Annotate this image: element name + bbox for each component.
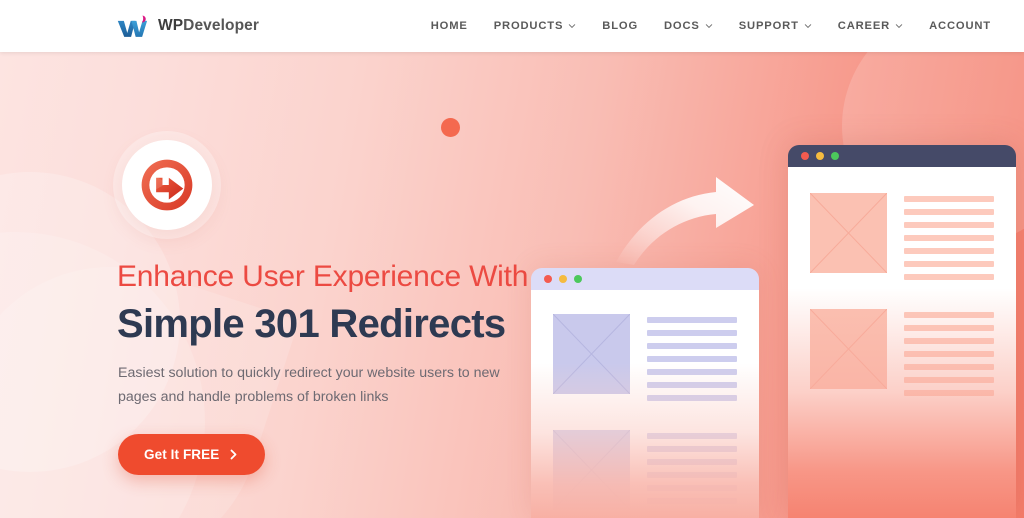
image-placeholder-icon (553, 430, 630, 510)
traffic-light-minimize-icon[interactable] (816, 152, 824, 160)
text-line (904, 235, 994, 241)
content-block (810, 193, 994, 287)
traffic-light-maximize-icon[interactable] (831, 152, 839, 160)
image-placeholder-icon (553, 314, 630, 394)
text-line (647, 330, 737, 336)
curved-redirect-arrow-icon (612, 170, 772, 265)
browser-mockup-source (531, 268, 759, 518)
content-block (553, 430, 737, 518)
nav-item-account[interactable]: ACCOUNT (916, 20, 1004, 32)
text-line (904, 248, 994, 254)
text-line (647, 485, 737, 491)
text-line (904, 312, 994, 318)
traffic-light-close-icon[interactable] (544, 275, 552, 283)
image-placeholder-icon (810, 193, 887, 273)
wpdeveloper-w-logo-icon (117, 14, 149, 38)
text-line (647, 356, 737, 362)
brand-logo-link[interactable]: WPDeveloper (117, 14, 259, 38)
product-logo-badge (122, 140, 212, 230)
text-line (904, 196, 994, 202)
text-line (904, 364, 994, 370)
traffic-light-maximize-icon[interactable] (574, 275, 582, 283)
text-line (904, 377, 994, 383)
traffic-light-close-icon[interactable] (801, 152, 809, 160)
get-it-free-button[interactable]: Get It FREE (118, 434, 266, 475)
content-block (810, 309, 994, 403)
text-line (904, 338, 994, 344)
brand-name-suffix: Developer (183, 17, 260, 34)
nav-item-label: CAREER (837, 20, 891, 32)
text-line (904, 351, 994, 357)
decorative-dot (441, 118, 460, 137)
nav-item-label: PRODUCTS (493, 20, 564, 32)
text-line-group (904, 193, 994, 287)
chevron-right-icon (228, 449, 239, 460)
brand-name: WPDeveloper (158, 17, 259, 35)
nav-item-career[interactable]: CAREER (825, 20, 916, 32)
text-line (647, 433, 737, 439)
browser-content (788, 167, 1016, 518)
text-line (647, 369, 737, 375)
text-line (647, 459, 737, 465)
image-placeholder-icon (810, 309, 887, 389)
nav-item-label: ACCOUNT (929, 20, 991, 32)
hero-headline-subtitle: Enhance User Experience With (117, 260, 529, 293)
text-line (647, 498, 737, 504)
nav-item-home[interactable]: HOME (418, 20, 481, 32)
chevron-down-icon (804, 21, 812, 29)
text-line (904, 222, 994, 228)
text-line (647, 395, 737, 401)
nav-item-label: DOCS (664, 20, 700, 32)
browser-content (531, 290, 759, 518)
text-line (904, 390, 994, 396)
browser-titlebar (531, 268, 759, 290)
text-line (904, 261, 994, 267)
text-line-group (904, 309, 994, 403)
text-line (647, 317, 737, 323)
nav-item-label: HOME (430, 20, 468, 32)
text-line (647, 472, 737, 478)
main-navigation: HOME PRODUCTS BLOG DOCS SUPPORT CAREER A… (418, 20, 1004, 32)
text-line-group (647, 314, 737, 408)
text-line (904, 325, 994, 331)
nav-item-docs[interactable]: DOCS (651, 20, 726, 32)
nav-item-label: BLOG (602, 20, 638, 32)
chevron-down-icon (895, 21, 903, 29)
nav-item-label: SUPPORT (738, 20, 799, 32)
nav-item-products[interactable]: PRODUCTS (481, 20, 590, 32)
redirect-loop-arrow-icon (138, 156, 196, 214)
text-line-group (647, 430, 737, 518)
text-line (647, 446, 737, 452)
traffic-light-minimize-icon[interactable] (559, 275, 567, 283)
browser-mockup-destination (788, 145, 1016, 518)
hero-description: Easiest solution to quickly redirect you… (118, 365, 500, 405)
text-line (647, 382, 737, 388)
chevron-down-icon (568, 21, 576, 29)
text-line (647, 511, 737, 517)
browser-titlebar (788, 145, 1016, 167)
brand-name-prefix: WP (158, 17, 184, 34)
nav-item-blog[interactable]: BLOG (589, 20, 651, 32)
chevron-down-icon (705, 21, 713, 29)
text-line (904, 209, 994, 215)
content-block (553, 314, 737, 408)
nav-item-support[interactable]: SUPPORT (726, 20, 825, 32)
text-line (904, 274, 994, 280)
page-title: Simple 301 Redirects (117, 302, 506, 346)
site-header: WPDeveloper HOME PRODUCTS BLOG DOCS SUPP… (0, 0, 1024, 52)
cta-label: Get It FREE (144, 447, 220, 462)
text-line (647, 343, 737, 349)
hero-section: Enhance User Experience With Simple 301 … (0, 52, 1024, 518)
